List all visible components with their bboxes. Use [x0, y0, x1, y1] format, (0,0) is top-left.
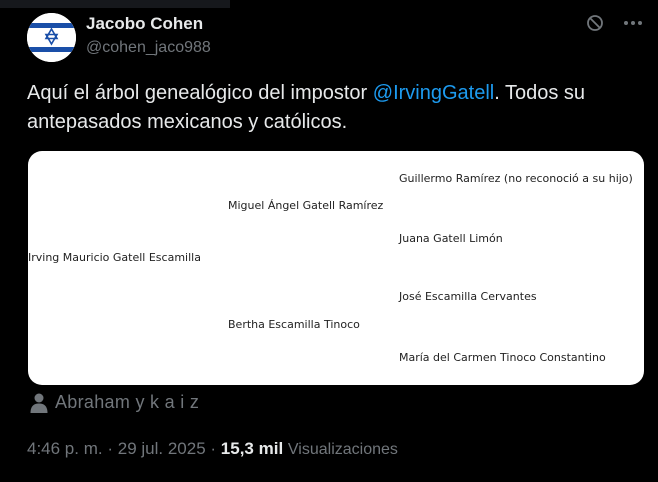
- mention-link[interactable]: @IrvingGatell: [373, 82, 494, 104]
- tagged-users[interactable]: Abraham y k a i z: [55, 392, 199, 413]
- tree-father: Miguel Ángel Gatell Ramírez: [228, 199, 384, 212]
- tweet-text: Aquí el árbol genealógico del impostor @…: [27, 79, 647, 137]
- tree-maternal-grandmother: María del Carmen Tinoco Constantino: [399, 351, 606, 364]
- author-handle[interactable]: @cohen_jaco988: [86, 39, 211, 57]
- tweet-date[interactable]: 29 jul. 2025: [118, 439, 206, 458]
- block-icon: [587, 15, 603, 31]
- views-label: Visualizaciones: [287, 441, 398, 458]
- avatar[interactable]: [27, 13, 76, 62]
- israel-flag-icon: [27, 13, 76, 62]
- tree-root: Irving Mauricio Gatell Escamilla: [28, 251, 201, 264]
- person-icon: [30, 393, 48, 413]
- tweet-time[interactable]: 4:46 p. m.: [27, 439, 103, 458]
- meta-separator: ·: [210, 439, 217, 458]
- author-name[interactable]: Jacobo Cohen: [86, 14, 203, 34]
- block-button[interactable]: [584, 12, 606, 34]
- family-tree-image[interactable]: Irving Mauricio Gatell Escamilla Miguel …: [28, 151, 644, 385]
- tree-mother: Bertha Escamilla Tinoco: [228, 318, 360, 331]
- top-bar: [0, 0, 230, 8]
- tree-paternal-grandmother: Juana Gatell Limón: [399, 232, 503, 245]
- tree-paternal-grandfather: Guillermo Ramírez (no reconoció a su hij…: [399, 172, 633, 185]
- meta-separator: ·: [107, 439, 114, 458]
- more-icon: [624, 21, 642, 25]
- tweet-text-before: Aquí el árbol genealógico del impostor: [27, 82, 373, 104]
- views-count[interactable]: 15,3 mil: [221, 439, 283, 458]
- more-button[interactable]: [622, 12, 644, 34]
- tree-maternal-grandfather: José Escamilla Cervantes: [399, 290, 537, 303]
- tweet-meta: 4:46 p. m. · 29 jul. 2025 · 15,3 mil Vis…: [27, 439, 398, 459]
